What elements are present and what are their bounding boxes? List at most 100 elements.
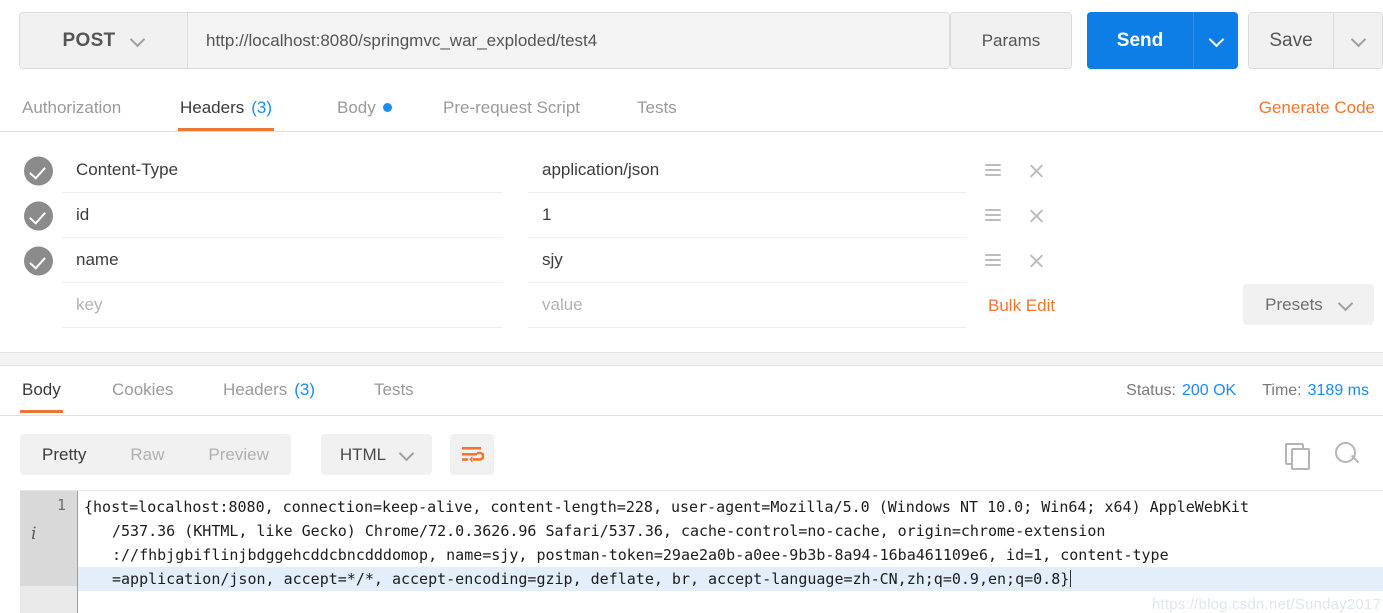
response-toolbar: Pretty Raw Preview HTML xyxy=(0,416,1383,489)
info-icon: i xyxy=(31,524,37,544)
save-group: Save xyxy=(1248,12,1383,69)
row-actions xyxy=(985,238,1045,283)
headers-table: Content-Type application/json id 1 name … xyxy=(0,132,1383,345)
header-value-input-empty[interactable]: value xyxy=(528,283,966,328)
response-tabs: Body Cookies Headers (3) Tests Status: 20… xyxy=(0,366,1383,416)
format-label: HTML xyxy=(339,444,387,464)
code-line-text: =application/json, accept=*/*, accept-en… xyxy=(112,570,1070,588)
header-key-input-empty[interactable]: key xyxy=(62,283,502,328)
view-mode-label: Preview xyxy=(208,444,269,464)
header-value-input[interactable]: sjy xyxy=(528,238,966,283)
request-tabs: Authorization Headers (3) Body Pre-reque… xyxy=(0,84,1383,132)
method-selector[interactable]: POST xyxy=(20,13,188,68)
request-bar: POST Params Send Save xyxy=(0,0,1383,82)
word-wrap-button[interactable] xyxy=(450,434,494,475)
table-row-empty: key value Bulk Edit xyxy=(0,283,1383,328)
tab-count: (3) xyxy=(294,379,316,399)
tab-label: Headers xyxy=(223,379,288,399)
generate-code-label: Generate Code xyxy=(1258,97,1375,117)
view-mode-preview[interactable]: Preview xyxy=(186,434,290,475)
chevron-down-icon xyxy=(1339,298,1352,311)
method-label: POST xyxy=(62,29,116,51)
code-line: /537.36 (KHTML, like Gecko) Chrome/72.0.… xyxy=(112,522,1106,540)
row-actions xyxy=(985,148,1045,193)
response-tab-cookies[interactable]: Cookies xyxy=(110,366,175,413)
copy-icon[interactable] xyxy=(1285,442,1310,470)
response-tab-headers[interactable]: Headers (3) xyxy=(221,366,317,413)
view-mode-pretty[interactable]: Pretty xyxy=(20,434,108,475)
presets-button[interactable]: Presets xyxy=(1243,284,1374,325)
tab-pre-request-script[interactable]: Pre-request Script xyxy=(441,84,582,131)
row-options-icon[interactable] xyxy=(985,208,1001,223)
tab-label: Body xyxy=(22,379,61,399)
time-value: 3189 ms xyxy=(1307,381,1369,399)
send-dropdown-button[interactable] xyxy=(1193,12,1238,69)
tab-headers[interactable]: Headers (3) xyxy=(178,84,275,131)
gutter-footer xyxy=(20,586,77,613)
tab-count: (3) xyxy=(251,97,273,117)
panel-splitter[interactable] xyxy=(0,352,1383,366)
row-actions xyxy=(985,193,1045,238)
row-options-icon[interactable] xyxy=(985,163,1001,178)
tab-label: Pre-request Script xyxy=(443,97,580,117)
save-button[interactable]: Save xyxy=(1249,13,1333,68)
tab-label: Body xyxy=(337,97,376,117)
tab-body[interactable]: Body xyxy=(335,84,394,131)
view-mode-raw[interactable]: Raw xyxy=(108,434,186,475)
url-input[interactable] xyxy=(188,13,949,68)
unsaved-dot-icon xyxy=(382,103,392,112)
header-value-input[interactable]: 1 xyxy=(528,193,966,238)
format-selector[interactable]: HTML xyxy=(321,434,432,475)
response-tab-tests[interactable]: Tests xyxy=(372,366,416,413)
row-enabled-checkbox[interactable] xyxy=(24,201,53,230)
code-line: {host=localhost:8080, connection=keep-al… xyxy=(84,498,1249,516)
url-group: POST xyxy=(19,12,950,69)
text-cursor xyxy=(1070,570,1072,587)
search-icon[interactable] xyxy=(1335,441,1361,468)
response-body-viewer: 1 i {host=localhost:8080, connection=kee… xyxy=(20,490,1383,613)
params-label: Params xyxy=(981,30,1041,50)
tab-authorization[interactable]: Authorization xyxy=(20,84,123,131)
response-tab-body[interactable]: Body xyxy=(20,366,63,413)
header-key-input[interactable]: name xyxy=(62,238,502,283)
chevron-down-icon xyxy=(1210,34,1223,47)
line-number: 1 xyxy=(56,496,66,514)
delete-row-icon[interactable] xyxy=(1027,252,1045,270)
view-mode-label: Raw xyxy=(130,444,165,464)
header-key-input[interactable]: Content-Type xyxy=(62,148,502,193)
header-value-input[interactable]: application/json xyxy=(528,148,966,193)
row-options-icon[interactable] xyxy=(985,253,1001,268)
status-value: 200 OK xyxy=(1181,381,1237,399)
bulk-edit-link[interactable]: Bulk Edit xyxy=(988,283,1055,328)
chevron-down-icon xyxy=(1352,34,1365,47)
table-row: id 1 xyxy=(0,193,1383,238)
send-group: Send xyxy=(1087,12,1238,69)
presets-label: Presets xyxy=(1265,294,1323,314)
save-label: Save xyxy=(1269,29,1313,51)
row-enabled-checkbox[interactable] xyxy=(24,156,53,185)
status-badge: Status: 200 OK xyxy=(1126,382,1236,400)
tab-tests[interactable]: Tests xyxy=(635,84,679,131)
params-button[interactable]: Params xyxy=(950,12,1072,69)
delete-row-icon[interactable] xyxy=(1027,207,1045,225)
send-button[interactable]: Send xyxy=(1087,12,1193,69)
status-label: Status: xyxy=(1126,381,1176,399)
send-label: Send xyxy=(1116,29,1164,51)
code-gutter: 1 i xyxy=(20,491,78,613)
header-key-input[interactable]: id xyxy=(62,193,502,238)
save-dropdown-button[interactable] xyxy=(1333,13,1382,68)
tab-label: Authorization xyxy=(22,97,122,117)
generate-code-link[interactable]: Generate Code xyxy=(1259,84,1375,131)
chevron-down-icon xyxy=(131,34,144,47)
response-actions xyxy=(1285,434,1361,475)
delete-row-icon[interactable] xyxy=(1027,162,1045,180)
tab-label: Tests xyxy=(374,379,414,399)
code-content[interactable]: {host=localhost:8080, connection=keep-al… xyxy=(78,491,1383,613)
row-enabled-checkbox[interactable] xyxy=(24,246,53,275)
table-row: name sjy xyxy=(0,238,1383,283)
view-mode-segmented-control: Pretty Raw Preview xyxy=(20,434,291,475)
word-wrap-icon xyxy=(462,446,484,463)
tab-label: Tests xyxy=(637,97,677,117)
watermark: https://blog.csdn.net/Sunday2017 xyxy=(1151,596,1381,613)
time-label: Time: xyxy=(1262,381,1302,399)
